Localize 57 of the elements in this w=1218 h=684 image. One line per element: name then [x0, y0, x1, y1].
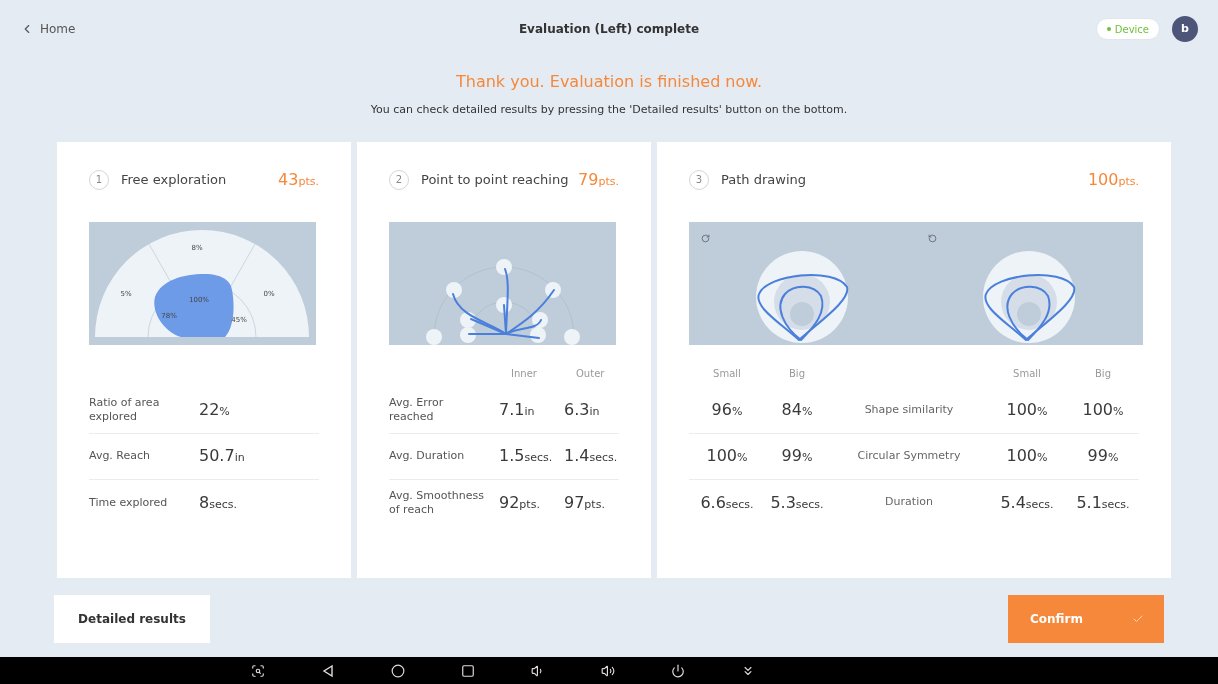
row-label: Shape similarity — [864, 401, 954, 418]
power-icon[interactable] — [671, 663, 685, 678]
score: 79pts. — [578, 168, 619, 191]
stat-value: 100% — [1006, 446, 1048, 465]
page-title: Evaluation (Left) complete — [518, 21, 700, 38]
avatar[interactable]: b — [1172, 16, 1198, 42]
row-label: Circular Symmetry — [857, 447, 961, 464]
column-header: Outer — [575, 366, 606, 381]
back-icon[interactable] — [321, 663, 335, 678]
stat-value: 7.1in — [499, 400, 535, 419]
stat-value: 22% — [199, 400, 230, 419]
stat-value: 100% — [706, 446, 748, 465]
completion-heading: Thank you. Evaluation is finished now. — [456, 71, 762, 93]
row-label: Avg. Smoothness of reach — [389, 488, 485, 517]
stat-value: 96% — [711, 400, 743, 419]
card-title: Free exploration — [121, 170, 227, 189]
row-label: Avg. Error reached — [389, 396, 445, 424]
stat-value: 50.7in — [199, 446, 245, 465]
stat-value: 1.5secs. — [499, 446, 553, 465]
stat-value: 5.4secs. — [1000, 492, 1054, 512]
back-button[interactable]: Home — [20, 20, 76, 38]
detailed-results-button[interactable]: Detailed results — [54, 594, 210, 643]
card-title: Point to point reaching — [421, 170, 569, 189]
column-header: Inner — [510, 366, 538, 381]
stat-value: 99% — [1087, 446, 1119, 465]
stat-value: 99% — [781, 446, 813, 465]
stat-value: 6.3in — [564, 400, 600, 419]
column-header: Big — [1095, 366, 1111, 381]
stat-value: 100% — [1082, 400, 1124, 419]
stat-value: 5.1secs. — [1076, 492, 1130, 512]
instruction-text: You can check detailed results by pressing the 'Detailed results' button on the bottom. — [370, 102, 848, 118]
row-label: Duration — [885, 494, 933, 511]
row-label: Ratio of area explored — [89, 396, 161, 424]
row-label: Avg. Duration — [389, 449, 466, 463]
stat-value: 5.3secs. — [770, 492, 824, 512]
stat-value: 92pts. — [499, 492, 540, 512]
column-header: Big — [789, 366, 805, 381]
stat-value: 1.4secs. — [564, 446, 618, 465]
device-status-badge: Device — [1095, 18, 1160, 40]
score: 100pts. — [1087, 168, 1139, 191]
clockwise-icon — [701, 233, 710, 243]
column-header: Small — [1013, 366, 1041, 381]
stat-value: 8secs. — [199, 492, 237, 512]
stat-value: 100% — [1006, 400, 1048, 419]
stat-value: 6.6secs. — [700, 492, 754, 512]
stat-value: 97pts. — [564, 492, 605, 512]
column-header: Small — [713, 366, 741, 381]
counterclockwise-icon — [928, 233, 937, 243]
home-icon[interactable] — [391, 663, 405, 678]
stat-value: 84% — [781, 400, 813, 419]
volume-up-icon[interactable] — [601, 663, 615, 678]
card-title: Path drawing — [721, 170, 806, 189]
screenshot-icon[interactable] — [251, 663, 265, 678]
row-label: Avg. Reach — [89, 449, 152, 463]
score: 43pts. — [278, 168, 319, 191]
row-label: Time explored — [89, 495, 169, 510]
recents-icon[interactable] — [461, 663, 475, 678]
